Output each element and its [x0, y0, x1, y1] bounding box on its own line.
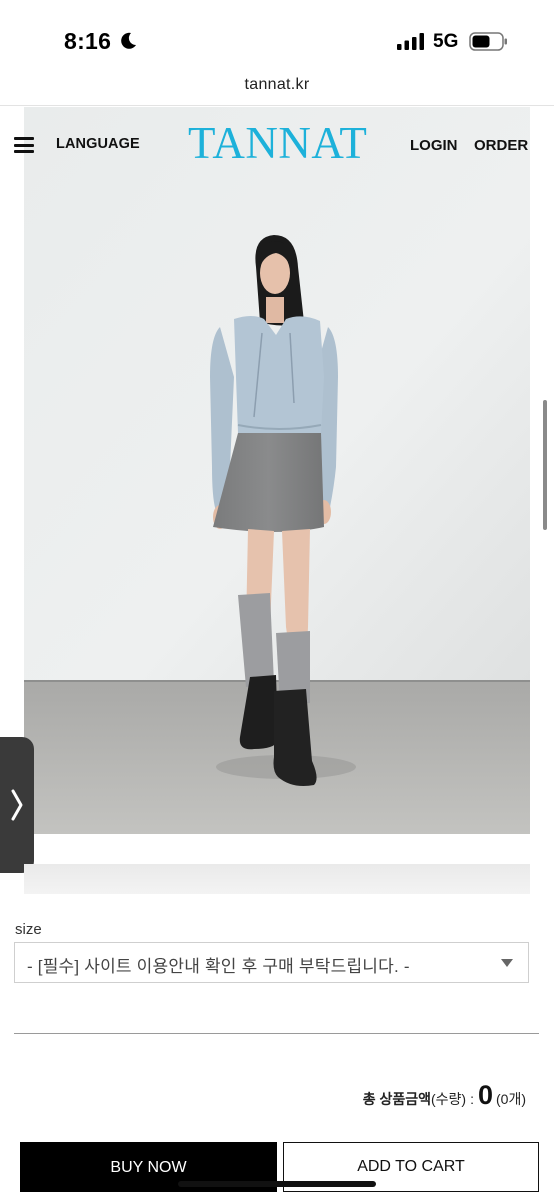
login-link[interactable]: LOGIN	[410, 137, 458, 154]
total-price-row: 총 상품금액 (수량) : 0 (0개)	[363, 1080, 526, 1116]
thumbnail-strip[interactable]	[24, 864, 530, 894]
language-link[interactable]: LANGUAGE	[56, 136, 140, 152]
total-count: (0개)	[496, 1091, 526, 1107]
battery-icon	[469, 32, 507, 51]
site-header: LANGUAGE TANNAT LOGIN ORDER	[0, 107, 554, 187]
page-scrollbar[interactable]	[543, 400, 547, 530]
total-amount: 0	[477, 1080, 493, 1110]
url-text[interactable]: tannat.kr	[0, 76, 554, 94]
product-image[interactable]	[24, 107, 530, 834]
home-indicator	[178, 1181, 376, 1187]
site-logo[interactable]: TANNAT	[188, 121, 367, 166]
total-colon: :	[470, 1091, 474, 1107]
size-select[interactable]: - [필수] 사이트 이용안내 확인 후 구매 부탁드립니다. -	[14, 942, 529, 983]
status-time: 8:16	[64, 28, 112, 54]
status-bar: 8:16 5G	[0, 0, 554, 70]
total-label: 총 상품금액	[362, 1091, 431, 1107]
total-qty-label: (수량)	[430, 1091, 467, 1107]
signal-icon	[397, 33, 424, 50]
network-label: 5G	[433, 31, 459, 52]
slide-handle[interactable]	[0, 737, 34, 873]
order-link[interactable]: ORDER	[474, 137, 528, 154]
size-option-label: size	[15, 921, 42, 938]
product-photo	[24, 107, 530, 834]
size-select-value: - [필수] 사이트 이용안내 확인 후 구매 부탁드립니다. -	[27, 957, 410, 976]
page-content: LANGUAGE TANNAT LOGIN ORDER size - [필수] …	[0, 107, 554, 1200]
chevron-right-icon	[11, 789, 23, 821]
hamburger-menu-icon[interactable]	[14, 137, 34, 153]
browser-url-bar[interactable]: tannat.kr	[0, 70, 554, 106]
dropdown-arrow-icon	[501, 959, 513, 967]
moon-icon	[121, 32, 136, 49]
divider	[14, 1033, 539, 1034]
